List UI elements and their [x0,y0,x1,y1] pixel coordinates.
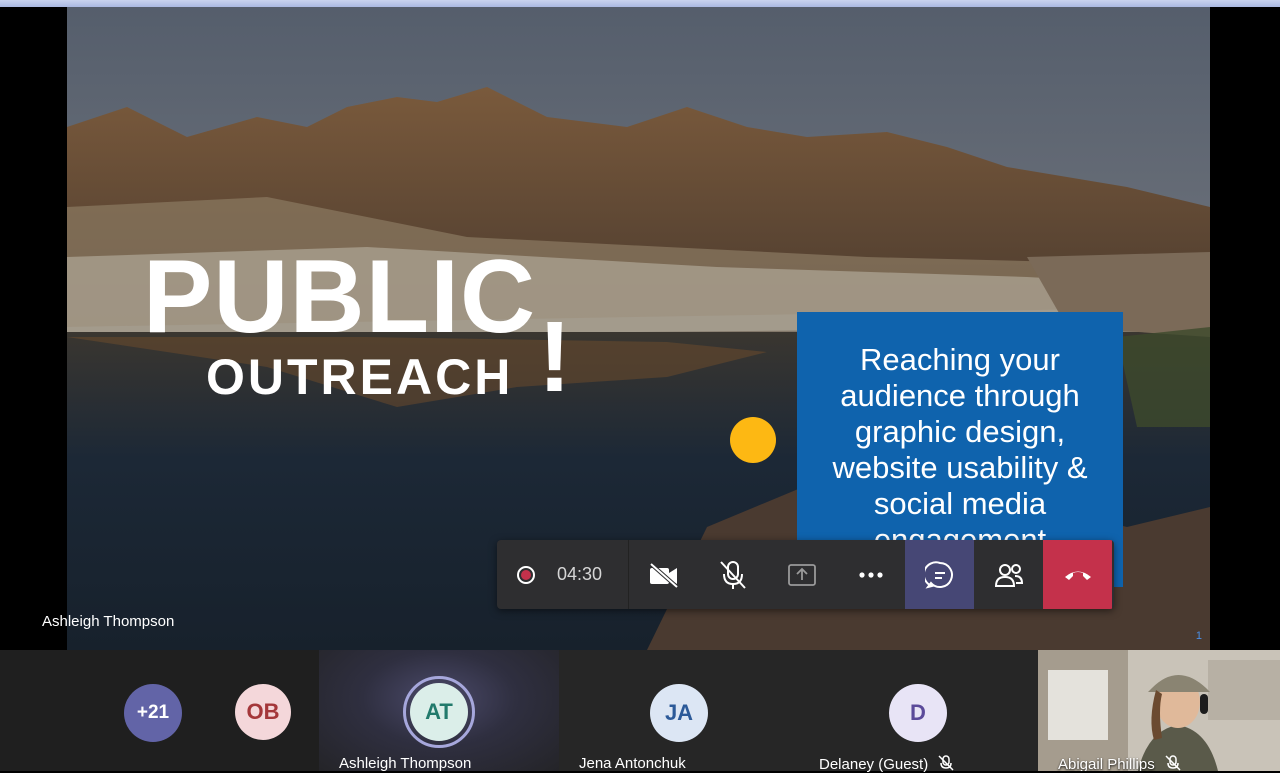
chat-button[interactable] [905,540,974,609]
record-icon [517,565,535,584]
participant-tile-jena[interactable]: JA Jena Antonchuk [559,650,799,772]
participants-button[interactable] [974,540,1043,609]
participant-tile-group: +21 OB [0,650,319,771]
slide-title-public: PUBLIC [143,239,537,355]
subtitle-line: social media [873,486,1047,521]
camera-toggle-button[interactable] [629,540,698,609]
speaking-ring: AT [403,676,475,748]
meeting-timer: 04:30 [557,564,603,584]
camera-off-icon [649,562,678,588]
slide-page-number: 1 [1195,630,1202,642]
window-top-strip [0,0,1280,7]
shared-content-stage: PUBLIC OUTREACH ! Reaching your audience… [0,7,1280,650]
hang-up-button[interactable] [1043,540,1112,609]
mic-off-icon [938,755,954,771]
chat-icon [924,560,953,589]
share-screen-button[interactable] [767,540,836,609]
slide-title-outreach: OUTREACH [206,349,514,405]
avatar[interactable]: OB [235,684,291,740]
participant-tile-delaney[interactable]: D Delaney (Guest) [799,650,1038,773]
more-options-button[interactable] [836,540,905,609]
more-participants-badge[interactable]: +21 [124,684,182,742]
participant-name-text: Abigail Phillips [1058,756,1155,771]
participant-name: Ashleigh Thompson [339,755,472,772]
participant-name-text: Delaney (Guest) [819,756,929,773]
recording-indicator: 04:30 [497,540,629,609]
participant-video-feed [1038,650,1280,771]
meeting-controls-toolbar: 04:30 [497,540,1114,609]
participants-icon [994,563,1023,587]
avatar: D [889,684,947,742]
slide-title-exclamation: ! [538,301,572,413]
avatar: AT [410,683,468,741]
presenter-name-label: Ashleigh Thompson [42,613,175,630]
participant-gallery: +21 OB AT Ashleigh Thompson JA Jena Anto… [0,650,1280,773]
mic-off-icon [1165,755,1181,771]
more-options-icon [858,571,883,578]
participant-name: Delaney (Guest) [819,755,954,773]
subtitle-line: audience through [840,378,1080,413]
subtitle-line: graphic design, [854,414,1066,449]
hang-up-icon [1064,571,1091,580]
laser-pointer-dot [730,417,776,463]
mic-toggle-button[interactable] [698,540,767,609]
participant-name: Abigail Phillips [1058,755,1181,771]
mic-off-icon [719,560,746,589]
participant-name: Jena Antonchuk [579,755,686,772]
slide-subtitle-text: Reaching your audience through graphic d… [797,342,1123,558]
subtitle-line: Reaching your [860,342,1060,377]
avatar: JA [650,684,708,742]
participant-tile-abigail[interactable]: Abigail Phillips [1038,650,1280,771]
subtitle-line: website usability & [832,450,1088,485]
share-screen-icon [787,563,816,586]
participant-tile-ashleigh[interactable]: AT Ashleigh Thompson [319,650,559,772]
